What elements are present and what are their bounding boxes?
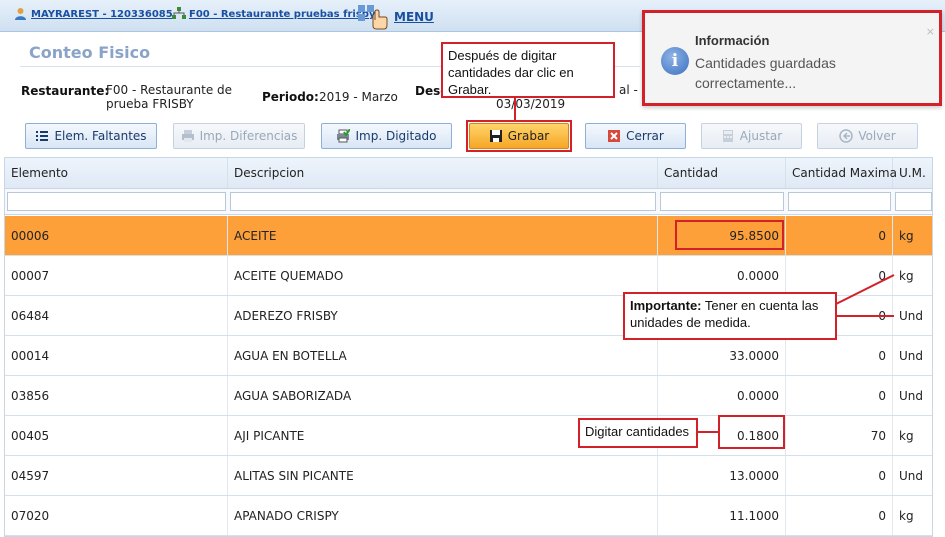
info-notification: i Información Cantidades guardadas corre… (642, 10, 942, 106)
column-header-elemento[interactable]: Elemento (5, 158, 228, 188)
cell-um: Und (899, 348, 924, 363)
elem-faltantes-button[interactable]: Elem. Faltantes (25, 123, 157, 149)
column-header-um[interactable]: U.M. (893, 158, 932, 188)
restaurante-value-line1: F00 - Restaurante de (106, 83, 233, 97)
restaurante-label: Restaurante: (21, 84, 110, 98)
menu-hand-icon[interactable] (357, 2, 391, 30)
cerrar-label: Cerrar (626, 129, 664, 143)
volver-label: Volver (858, 129, 896, 143)
cell-descripcion: APANADO CRISPY (228, 496, 658, 535)
digitar-callout: Digitar cantidades (578, 418, 698, 448)
cell-cantidad[interactable]: 33.0000 (658, 336, 786, 375)
filter-cantidad-input[interactable] (660, 192, 784, 211)
cell-cantidad[interactable]: 11.1000 (658, 496, 786, 535)
cell-elemento: 04597 (5, 456, 228, 495)
cell-um: kg (899, 428, 914, 443)
filter-elemento-input[interactable] (7, 192, 226, 211)
digitar-cantidad-highlight (718, 415, 785, 449)
imp-digitado-label: Imp. Digitado (355, 129, 437, 143)
grabar-instruction-callout: Después de digitar cantidades dar clic e… (441, 42, 615, 98)
cell-cantidad-maxima: 0 (786, 376, 893, 415)
restaurant-tree-icon (172, 7, 186, 20)
cell-cantidad-maxima: 70 (786, 416, 893, 455)
volver-button[interactable]: Volver (817, 123, 918, 149)
cell-cantidad-maxima: 0 (786, 496, 893, 535)
restaurante-value-line2: prueba FRISBY (106, 97, 194, 111)
menu-link[interactable]: MENU (394, 10, 434, 24)
column-header-cantidad-maxima[interactable]: Cantidad Maxima (786, 158, 897, 188)
user-link[interactable]: MAYRAREST - 120336085 (31, 9, 173, 20)
list-icon (35, 129, 49, 143)
cell-descripcion: ACEITE QUEMADO (228, 256, 658, 295)
cell-elemento: 07020 (5, 496, 228, 535)
restaurant-link[interactable]: F00 - Restaurante pruebas frisby (189, 9, 375, 20)
cell-descripcion: ALITAS SIN PICANTE (228, 456, 658, 495)
periodo-value: 2019 - Marzo (319, 90, 398, 104)
cell-elemento: 00006 (5, 216, 228, 255)
cell-um: Und (899, 468, 924, 483)
elem-faltantes-label: Elem. Faltantes (54, 129, 147, 143)
filter-um-input[interactable] (895, 192, 932, 211)
table-row[interactable]: 00007 ACEITE QUEMADO 0.0000 0 kg (5, 256, 932, 296)
cell-cantidad-maxima: 0 (786, 336, 893, 375)
user-icon (14, 7, 27, 20)
cell-elemento: 00405 (5, 416, 228, 455)
cell-elemento: 03856 (5, 376, 228, 415)
cerrar-button[interactable]: Cerrar (585, 123, 686, 149)
cell-cantidad-maxima: 0 (786, 456, 893, 495)
notification-body: Cantidades guardadas correctamente... (695, 55, 836, 91)
importante-bold: Importante: (630, 298, 702, 313)
column-header-cantidad[interactable]: Cantidad (658, 158, 786, 188)
cell-cantidad[interactable]: 0.0000 (658, 376, 786, 415)
table-row[interactable]: 00006 ACEITE 95.8500 0 kg (5, 216, 932, 256)
importante-callout: Importante: Tener en cuenta las unidades… (623, 292, 837, 340)
filter-row (5, 189, 932, 215)
imp-diferencias-label: Imp. Diferencias (199, 129, 298, 143)
table-row[interactable]: 07020 APANADO CRISPY 11.1000 0 kg (5, 496, 932, 536)
ajustar-label: Ajustar (739, 129, 783, 143)
column-header-descripcion[interactable]: Descripcion (228, 158, 658, 188)
cell-elemento: 00014 (5, 336, 228, 375)
cell-cantidad[interactable]: 0.0000 (658, 256, 786, 295)
page-title: Conteo Fisico (29, 43, 151, 62)
cell-descripcion: AGUA EN BOTELLA (228, 336, 658, 375)
calculator-icon (721, 129, 735, 143)
cell-elemento: 00007 (5, 256, 228, 295)
table-row[interactable]: 04597 ALITAS SIN PICANTE 13.0000 0 Und (5, 456, 932, 496)
cantidad-highlight (675, 220, 784, 250)
printer-check-icon (336, 128, 352, 143)
cell-um: Und (899, 388, 924, 403)
back-arrow-icon (839, 129, 854, 143)
cell-um: kg (899, 508, 914, 523)
close-icon (607, 129, 621, 143)
filter-cantidad-maxima-input[interactable] (788, 192, 891, 211)
periodo-label: Periodo: (262, 90, 319, 104)
grabar-highlight (466, 120, 572, 152)
table-header: Elemento Descripcion Cantidad Cantidad M… (5, 158, 932, 189)
cell-cantidad[interactable]: 13.0000 (658, 456, 786, 495)
imp-diferencias-button[interactable]: Imp. Diferencias (173, 123, 305, 149)
notification-title: Información (695, 33, 770, 48)
filter-descripcion-input[interactable] (230, 192, 656, 211)
cell-descripcion: ACEITE (228, 216, 658, 255)
cell-cantidad-maxima: 0 (786, 256, 893, 295)
cell-um: kg (899, 228, 914, 243)
cell-descripcion: ADEREZO FRISBY (228, 296, 658, 335)
table-row[interactable]: 00405 AJI PICANTE 0.1800 70 kg (5, 416, 932, 456)
notification-close-icon[interactable]: × (926, 25, 935, 38)
table-row[interactable]: 00014 AGUA EN BOTELLA 33.0000 0 Und (5, 336, 932, 376)
cell-elemento: 06484 (5, 296, 228, 335)
imp-digitado-button[interactable]: Imp. Digitado (321, 123, 452, 149)
printer-icon (181, 129, 195, 143)
date-value: 03/03/2019 (496, 97, 566, 111)
table-row[interactable]: 03856 AGUA SABORIZADA 0.0000 0 Und (5, 376, 932, 416)
info-icon: i (661, 47, 689, 75)
cell-descripcion: AGUA SABORIZADA (228, 376, 658, 415)
cell-um: Und (899, 308, 924, 323)
cell-um: kg (899, 268, 914, 283)
ajustar-button[interactable]: Ajustar (701, 123, 802, 149)
descripcion-value-suffix: al - (619, 83, 638, 97)
conteo-table: Elemento Descripcion Cantidad Cantidad M… (4, 157, 933, 537)
cell-cantidad-maxima: 0 (786, 216, 893, 255)
